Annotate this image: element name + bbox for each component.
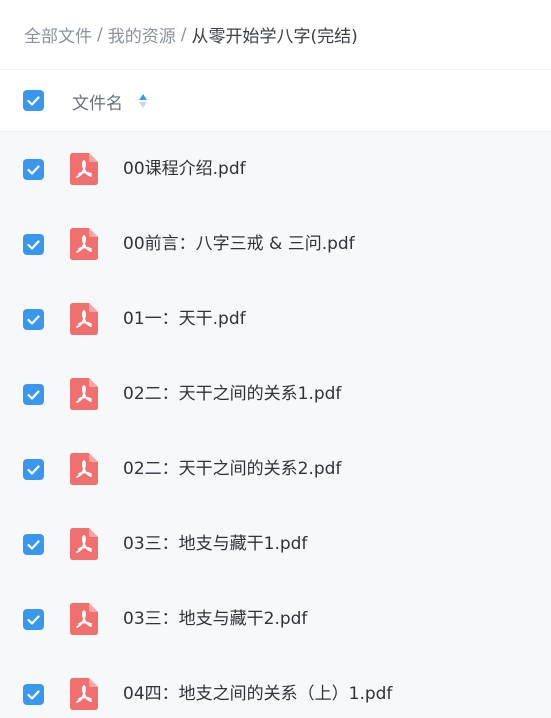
filename-column-header[interactable]: 文件名 bbox=[72, 70, 147, 132]
check-icon bbox=[27, 164, 40, 175]
file-row[interactable]: 00前言：八字三戒 & 三问.pdf bbox=[0, 207, 551, 282]
check-icon bbox=[27, 614, 40, 625]
file-checkbox[interactable] bbox=[23, 384, 44, 405]
breadcrumb-all-files[interactable]: 全部文件 bbox=[24, 22, 92, 47]
breadcrumb-current-folder: 从零开始学八字(完结) bbox=[191, 27, 358, 47]
file-name[interactable]: 03三：地支与藏干1.pdf bbox=[123, 507, 307, 582]
file-name[interactable]: 04四：地支之间的关系（上）1.pdf bbox=[123, 657, 392, 718]
check-icon bbox=[27, 95, 40, 106]
check-icon bbox=[27, 389, 40, 400]
file-checkbox[interactable] bbox=[23, 684, 44, 705]
file-checkbox[interactable] bbox=[23, 309, 44, 330]
file-name[interactable]: 00课程介绍.pdf bbox=[123, 132, 246, 207]
file-row[interactable]: 04四：地支之间的关系（上）1.pdf bbox=[0, 657, 551, 718]
file-name[interactable]: 02二：天干之间的关系2.pdf bbox=[123, 432, 341, 507]
file-checkbox[interactable] bbox=[23, 234, 44, 255]
pdf-icon bbox=[70, 378, 98, 410]
breadcrumb: 全部文件 / 我的资源 / 从零开始学八字(完结) bbox=[0, 0, 551, 70]
breadcrumb-separator: / bbox=[97, 24, 103, 45]
file-row[interactable]: 00课程介绍.pdf bbox=[0, 132, 551, 207]
pdf-icon bbox=[70, 453, 98, 485]
file-row[interactable]: 03三：地支与藏干1.pdf bbox=[0, 507, 551, 582]
filename-column-label: 文件名 bbox=[72, 93, 123, 114]
pdf-icon bbox=[70, 603, 98, 635]
pdf-icon bbox=[70, 678, 98, 710]
file-name[interactable]: 03三：地支与藏干2.pdf bbox=[123, 582, 307, 657]
file-name[interactable]: 00前言：八字三戒 & 三问.pdf bbox=[123, 207, 355, 282]
file-row[interactable]: 02二：天干之间的关系1.pdf bbox=[0, 357, 551, 432]
breadcrumb-separator: / bbox=[180, 24, 187, 45]
sort-icon[interactable] bbox=[139, 94, 147, 108]
breadcrumb-my-resources[interactable]: 我的资源 bbox=[108, 22, 176, 47]
file-checkbox[interactable] bbox=[23, 159, 44, 180]
file-checkbox[interactable] bbox=[23, 459, 44, 480]
file-name[interactable]: 02二：天干之间的关系1.pdf bbox=[123, 357, 341, 432]
file-checkbox[interactable] bbox=[23, 609, 44, 630]
file-name[interactable]: 01一：天干.pdf bbox=[123, 282, 246, 357]
pdf-icon bbox=[70, 228, 98, 260]
check-icon bbox=[27, 689, 40, 700]
check-icon bbox=[27, 464, 40, 475]
file-list-header: 文件名 bbox=[0, 70, 551, 132]
pdf-icon bbox=[70, 303, 98, 335]
file-row[interactable]: 01一：天干.pdf bbox=[0, 282, 551, 357]
check-icon bbox=[27, 314, 40, 325]
file-row[interactable]: 03三：地支与藏干2.pdf bbox=[0, 582, 551, 657]
select-all-checkbox[interactable] bbox=[23, 90, 44, 111]
file-checkbox[interactable] bbox=[23, 534, 44, 555]
pdf-icon bbox=[70, 153, 98, 185]
pdf-icon bbox=[70, 528, 98, 560]
file-list: 00课程介绍.pdf 00前言：八字三戒 & 三问.pdf 01一：天干.pdf… bbox=[0, 132, 551, 718]
file-row[interactable]: 02二：天干之间的关系2.pdf bbox=[0, 432, 551, 507]
check-icon bbox=[27, 239, 40, 250]
check-icon bbox=[27, 539, 40, 550]
